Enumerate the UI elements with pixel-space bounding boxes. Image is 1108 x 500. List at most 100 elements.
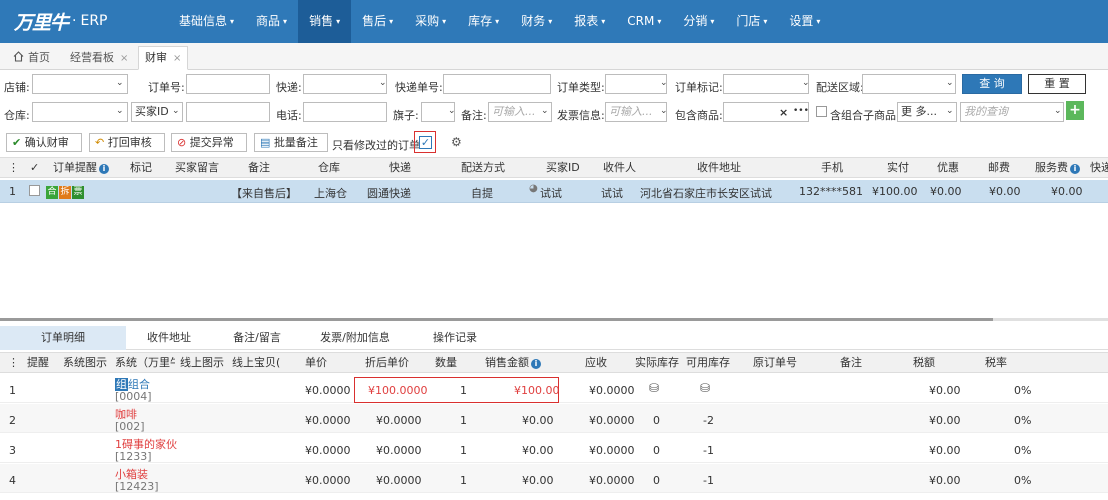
main-menu: 基础信息 ▾ 商品 ▾ 销售 ▾ 售后 ▾ 采购 ▾ 库存 ▾ 财务 ▾ 报表 ▾ CRM ▾ 分… xyxy=(168,0,831,43)
col-discount: 优惠 xyxy=(937,161,959,174)
col-postage: 邮费 xyxy=(988,161,1010,174)
actual-stock: 0 xyxy=(653,444,660,457)
menu-stores[interactable]: 门店 ▾ xyxy=(725,0,778,43)
disc-price[interactable]: ¥0.0000 xyxy=(376,474,422,487)
col-order-reminder: 订单提醒 i xyxy=(53,158,109,178)
invoice-select[interactable]: 可输入... xyxy=(605,102,667,122)
detail-row[interactable]: 2 咖啡 [002] ¥0.0000 ¥0.0000 1 ¥0.00 ¥0.00… xyxy=(0,404,1108,433)
disc-price[interactable]: ¥0.0000 xyxy=(376,414,422,427)
express-no-label: 快递单号: xyxy=(395,81,443,94)
close-icon[interactable]: × xyxy=(120,53,128,64)
query-button[interactable]: 查 询 xyxy=(962,74,1022,94)
qty[interactable]: 1 xyxy=(460,474,467,487)
combo-checkbox[interactable] xyxy=(816,106,827,117)
logo-dot: · xyxy=(72,13,77,29)
col-buyer-id: 买家ID xyxy=(546,161,580,174)
sales-amount[interactable]: ¥0.00 xyxy=(522,414,554,427)
tax-rate: 0% xyxy=(1014,384,1032,397)
combo-label: 含组合子商品 xyxy=(830,109,896,122)
tax: ¥0.00 xyxy=(929,474,961,487)
row-buyer: 试试 xyxy=(540,187,562,200)
return-review-button[interactable]: ↶ 打回审核 xyxy=(89,133,165,152)
chevron-down-icon: ⌄ xyxy=(1054,106,1062,116)
confirm-review-button[interactable]: ✔ 确认财审 xyxy=(6,133,82,152)
only-modified-label: 只看修改过的订单 xyxy=(332,139,420,152)
sales-amount[interactable]: ¥0.00 xyxy=(522,474,554,487)
col-sales-amount: 销售金额 i xyxy=(485,353,541,373)
row-address: 河北省石家庄市长安区试试 xyxy=(640,187,772,200)
tab-address[interactable]: 收件地址 xyxy=(126,326,212,350)
batch-remark-button[interactable]: ▤ 批量备注 xyxy=(254,133,328,152)
menu-settings[interactable]: 设置 ▾ xyxy=(778,0,831,43)
menu-finance[interactable]: 财务 ▾ xyxy=(510,0,563,43)
available-stock: -2 xyxy=(703,414,714,427)
tab-remarks[interactable]: 备注/留言 xyxy=(214,326,300,350)
col-sys-image: 系统图示 xyxy=(63,356,107,369)
chevron-down-icon: ⌄ xyxy=(660,78,668,88)
menu-basic-info[interactable]: 基础信息 ▾ xyxy=(168,0,245,43)
warehouse-select[interactable] xyxy=(32,102,128,122)
detail-row[interactable]: 3 1碍事的家伙 [1233] ¥0.0000 ¥0.0000 1 ¥0.00 … xyxy=(0,434,1108,463)
menu-after-sales[interactable]: 售后 ▾ xyxy=(351,0,404,43)
menu-sales[interactable]: 销售 ▾ xyxy=(298,0,352,43)
detail-row[interactable]: 4 小箱装 [12423] ¥0.0000 ¥0.0000 1 ¥0.00 ¥0… xyxy=(0,464,1108,493)
menu-distribution[interactable]: 分销 ▾ xyxy=(672,0,725,43)
col-check[interactable]: ✓ xyxy=(30,158,39,178)
express-no-input[interactable] xyxy=(443,74,551,94)
gear-icon[interactable]: ⚙ xyxy=(451,135,462,149)
col-menu[interactable]: ⋮ xyxy=(8,158,19,178)
menu-inventory[interactable]: 库存 ▾ xyxy=(457,0,510,43)
close-icon[interactable]: × xyxy=(173,53,181,64)
order-no-input[interactable] xyxy=(186,74,270,94)
qty[interactable]: 1 xyxy=(460,444,467,457)
shop-select[interactable] xyxy=(32,74,128,94)
express-label: 快递: xyxy=(276,81,302,94)
chevron-down-icon: ⌄ xyxy=(541,106,549,116)
add-query-button[interactable]: + xyxy=(1066,101,1084,120)
qty[interactable]: 1 xyxy=(460,414,467,427)
menu-crm[interactable]: CRM ▾ xyxy=(616,0,672,43)
col-tax: 税额 xyxy=(913,356,935,369)
note-icon: ▤ xyxy=(260,136,271,149)
chevron-down-icon: ▾ xyxy=(336,17,341,26)
row-warehouse: 上海仓 xyxy=(314,187,347,200)
clear-icon[interactable]: × xyxy=(779,106,788,119)
reset-button[interactable]: 重 置 xyxy=(1028,74,1086,94)
my-query-select[interactable]: 我的查询 xyxy=(960,102,1064,122)
shop-label: 店铺: xyxy=(4,81,30,94)
tab-operation-log[interactable]: 操作记录 xyxy=(412,326,498,350)
chevron-down-icon: ⌄ xyxy=(660,106,668,116)
panel-splitter[interactable] xyxy=(0,318,993,321)
order-mark-select[interactable] xyxy=(723,74,809,94)
tab-home[interactable]: 首页 xyxy=(6,46,57,70)
cube-icon[interactable]: ⛁ xyxy=(700,381,710,395)
logo[interactable]: 万里牛 · ERP xyxy=(14,8,107,34)
submit-exception-button[interactable]: ⊘ 提交异常 xyxy=(171,133,247,152)
region-select[interactable] xyxy=(862,74,956,94)
order-type-select[interactable] xyxy=(605,74,667,94)
disc-price[interactable]: ¥0.0000 xyxy=(376,444,422,457)
buyer-id-input[interactable] xyxy=(186,102,270,122)
goods-code: [0004] xyxy=(115,390,152,403)
row-index: 1 xyxy=(9,185,16,198)
receivable: ¥0.0000 xyxy=(589,474,635,487)
order-row[interactable]: 1 合拆票 【来自售后】 上海仓 圆通快递 自提 ◕ 试试 试试 河北省石家庄市… xyxy=(0,180,1108,203)
menu-goods[interactable]: 商品 ▾ xyxy=(245,0,298,43)
tab-finance-review[interactable]: 财审 × xyxy=(138,46,189,70)
menu-reports[interactable]: 报表 ▾ xyxy=(563,0,616,43)
express-select[interactable] xyxy=(303,74,387,94)
page-tab-strip: 首页 经营看板 × 财审 × xyxy=(0,43,1108,70)
more-dots-icon[interactable]: ••• xyxy=(793,106,809,116)
tab-order-detail[interactable]: 订单明细 xyxy=(0,326,126,350)
col-menu[interactable]: ⋮ xyxy=(8,353,19,373)
tab-invoice[interactable]: 发票/附加信息 xyxy=(302,326,408,350)
phone-input[interactable] xyxy=(303,102,387,122)
row-checkbox[interactable] xyxy=(29,185,40,196)
cube-icon[interactable]: ⛁ xyxy=(649,381,659,395)
menu-purchase[interactable]: 采购 ▾ xyxy=(404,0,457,43)
tab-dashboard[interactable]: 经营看板 × xyxy=(63,46,135,70)
col-online-image: 线上图示 xyxy=(180,356,224,369)
order-type-label: 订单类型: xyxy=(557,81,605,94)
col-disc-price: 折后单价 xyxy=(365,356,409,369)
sales-amount[interactable]: ¥0.00 xyxy=(522,444,554,457)
